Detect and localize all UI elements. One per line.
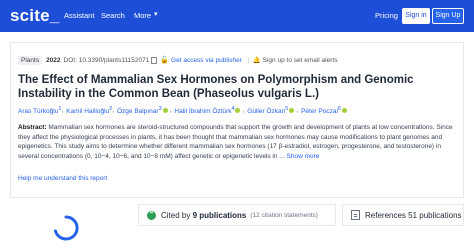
references-label: References xyxy=(365,210,406,220)
references-count: 51 publications xyxy=(408,210,462,220)
nav-pricing[interactable]: Pricing xyxy=(375,11,398,20)
paper-meta-row: Plants 2022 DOI: 10.3390/plants11152071 … xyxy=(18,54,337,66)
help-understand-link[interactable]: Help me understand this report xyxy=(18,175,107,182)
references-tab[interactable]: References 51 publications xyxy=(342,204,464,226)
scite-logo[interactable]: scite_ xyxy=(10,6,59,26)
cited-by-label: Cited by xyxy=(161,210,191,220)
sign-in-button[interactable]: Sign in xyxy=(402,8,430,24)
document-icon xyxy=(351,210,360,220)
author-link[interactable]: Güller Özkan5 xyxy=(247,106,288,115)
loading-spinner-icon xyxy=(54,215,79,241)
paper-title: The Effect of Mammalian Sex Hormones on … xyxy=(18,74,414,100)
abstract-text: Mammalian sex hormones are steroid-struc… xyxy=(18,124,453,160)
show-more-link[interactable]: Show more xyxy=(287,153,320,160)
abstract-label: Abstract: xyxy=(18,124,47,131)
orcid-icon[interactable] xyxy=(289,108,295,114)
orcid-icon[interactable] xyxy=(235,108,241,114)
citation-quote-icon: ❞ xyxy=(147,210,156,220)
nav-assistant[interactable]: Assistant xyxy=(64,11,94,20)
nav-search[interactable]: Search xyxy=(101,11,125,20)
author-list: Aras Türkoğlu1, Kamil Haliloğlu2, Özge B… xyxy=(18,106,349,115)
bell-icon[interactable]: 🔔 xyxy=(253,56,261,64)
copy-icon[interactable] xyxy=(151,56,158,64)
chevron-down-icon[interactable]: ▾ xyxy=(154,10,158,18)
sign-up-button[interactable]: Sign Up xyxy=(432,8,464,24)
cited-by-count: 9 publications xyxy=(192,210,247,220)
cited-by-tab[interactable]: ❞ Cited by 9 publications (12 citation s… xyxy=(138,204,336,226)
publication-year: 2022 xyxy=(46,56,61,64)
author-link[interactable]: Özge Balpınar3 xyxy=(117,106,162,115)
publisher-access-link[interactable]: Get access via publisher xyxy=(171,57,242,64)
abstract: Abstract: Mammalian sex hormones are ste… xyxy=(18,123,458,161)
author-link[interactable]: Halil İbrahim Öztürk4 xyxy=(174,106,234,115)
doi-text: DOI: 10.3390/plants11152071 xyxy=(63,56,150,64)
orcid-icon[interactable] xyxy=(162,108,168,114)
nav-more[interactable]: More xyxy=(134,11,151,20)
author-link[interactable]: Kamil Haliloğlu2 xyxy=(66,106,112,115)
citation-statements-count: (12 citation statements) xyxy=(250,211,318,219)
author-link[interactable]: Péter Poczai6 xyxy=(301,106,341,115)
orcid-icon[interactable] xyxy=(341,108,347,114)
unlock-icon: 🔓 xyxy=(160,57,170,64)
email-alerts-link[interactable]: Sign up to set email alerts xyxy=(263,57,338,64)
journal-tag[interactable]: Plants xyxy=(18,55,43,65)
divider: | xyxy=(247,56,250,64)
author-link[interactable]: Aras Türkoğlu1 xyxy=(18,106,61,115)
